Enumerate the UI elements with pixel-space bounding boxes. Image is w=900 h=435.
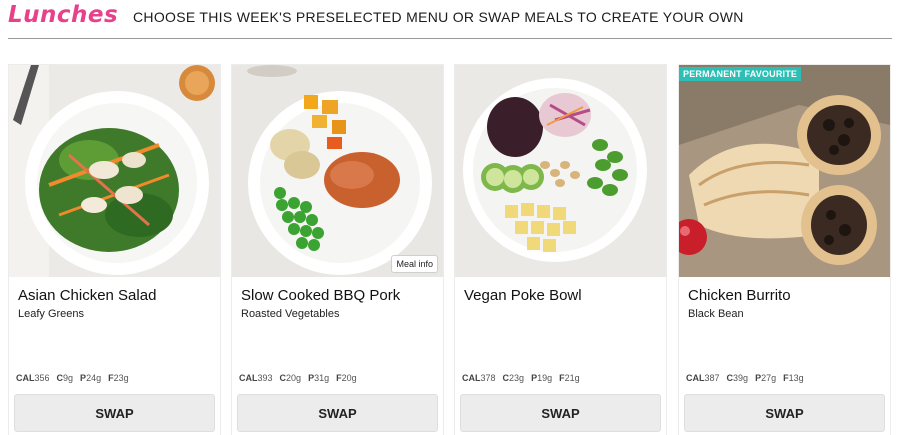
calories: CAL387: [686, 373, 720, 383]
swap-button[interactable]: SWAP: [684, 394, 885, 432]
meal-card[interactable]: Meal info Slow Cooked BBQ Pork Roasted V…: [231, 64, 444, 435]
nutrition-info: CAL393 C20g P31g F20g: [239, 373, 357, 383]
meal-side: Leafy Greens: [18, 308, 85, 320]
fat: F20g: [336, 373, 357, 383]
fat: F21g: [559, 373, 580, 383]
meal-side: Roasted Vegetables: [241, 308, 340, 320]
permanent-favourite-badge: PERMANENT FAVOURITE: [679, 67, 802, 81]
carbs: C9g: [56, 373, 74, 383]
section-title: Lunches: [8, 2, 119, 28]
carbs: C39g: [726, 373, 749, 383]
calories: CAL356: [16, 373, 50, 383]
meal-card[interactable]: PERMANENT FAVOURITE Chicken Burrito Blac…: [678, 64, 891, 435]
nutrition-info: CAL356 C9g P24g F23g: [16, 373, 129, 383]
protein: P19g: [531, 373, 553, 383]
meal-card[interactable]: Asian Chicken Salad Leafy Greens CAL356 …: [8, 64, 221, 435]
meal-name: Asian Chicken Salad: [18, 287, 157, 304]
fat: F23g: [108, 373, 129, 383]
swap-button[interactable]: SWAP: [14, 394, 215, 432]
protein: P31g: [308, 373, 330, 383]
meal-side: Black Bean: [688, 308, 744, 320]
meal-name: Chicken Burrito: [688, 287, 791, 304]
swap-button[interactable]: SWAP: [460, 394, 661, 432]
meal-name: Slow Cooked BBQ Pork: [241, 287, 401, 304]
meal-info-button[interactable]: Meal info: [391, 255, 438, 273]
meal-card[interactable]: Vegan Poke Bowl CAL378 C23g P19g F21g SW…: [454, 64, 667, 435]
meal-card-list: Asian Chicken Salad Leafy Greens CAL356 …: [8, 64, 892, 435]
swap-button[interactable]: SWAP: [237, 394, 438, 432]
carbs: C20g: [279, 373, 302, 383]
page-header: Lunches CHOOSE THIS WEEK'S PRESELECTED M…: [8, 0, 892, 39]
nutrition-info: CAL387 C39g P27g F13g: [686, 373, 804, 383]
meal-image[interactable]: [679, 65, 890, 277]
fat: F13g: [783, 373, 804, 383]
nutrition-info: CAL378 C23g P19g F21g: [462, 373, 580, 383]
calories: CAL393: [239, 373, 273, 383]
section-subtitle: CHOOSE THIS WEEK'S PRESELECTED MENU OR S…: [133, 9, 744, 25]
protein: P24g: [80, 373, 102, 383]
meal-image[interactable]: [232, 65, 443, 277]
meal-image[interactable]: [455, 65, 666, 277]
calories: CAL378: [462, 373, 496, 383]
protein: P27g: [755, 373, 777, 383]
meal-image[interactable]: [9, 65, 220, 277]
carbs: C23g: [502, 373, 525, 383]
meal-name: Vegan Poke Bowl: [464, 287, 582, 304]
